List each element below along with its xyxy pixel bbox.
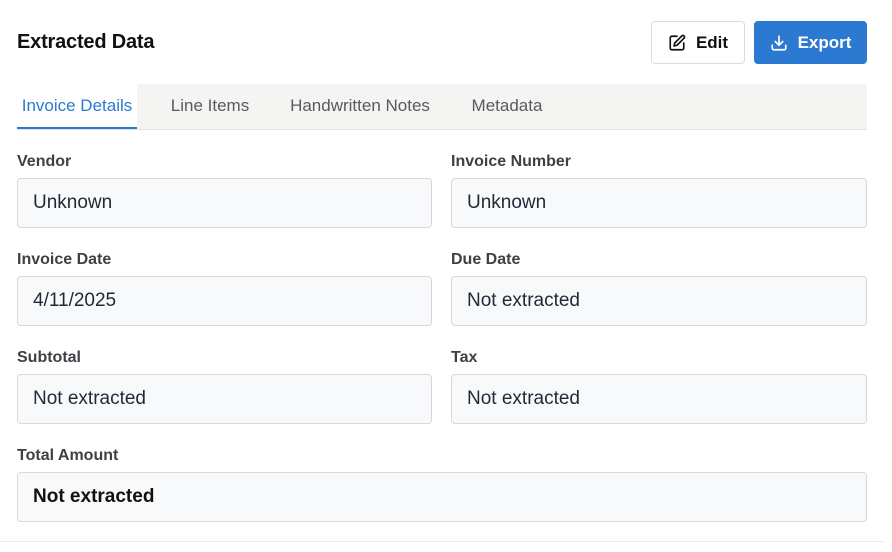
panel-title: Extracted Data <box>17 31 155 53</box>
invoice-number-label: Invoice Number <box>451 153 572 170</box>
invoice-date-field[interactable]: 4/11/2025 <box>17 276 432 326</box>
download-icon <box>770 34 788 52</box>
vendor-label: Vendor <box>17 153 72 170</box>
due-date-label: Due Date <box>451 251 521 268</box>
total-amount-label: Total Amount <box>17 447 119 464</box>
subtotal-field[interactable]: Not extracted <box>17 374 432 424</box>
export-button-label: Export <box>797 32 852 52</box>
tab-line-items[interactable]: Line Items <box>157 84 263 129</box>
invoice-number-field[interactable]: Unknown <box>451 178 867 228</box>
tax-label: Tax <box>451 349 478 366</box>
edit-icon <box>668 34 686 52</box>
tab-metadata[interactable]: Metadata <box>461 84 553 129</box>
due-date-field[interactable]: Not extracted <box>451 276 867 326</box>
tab-handwritten-notes[interactable]: Handwritten Notes <box>277 84 443 129</box>
tab-bar: Invoice Details Line Items Handwritten N… <box>17 84 867 130</box>
edit-button-label: Edit <box>695 32 729 52</box>
extracted-data-panel: Extracted Data Edit Export Invoice Detai… <box>0 0 884 542</box>
tax-field[interactable]: Not extracted <box>451 374 867 424</box>
subtotal-label: Subtotal <box>17 349 81 366</box>
vendor-field[interactable]: Unknown <box>17 178 432 228</box>
total-amount-field[interactable]: Not extracted <box>17 472 867 522</box>
edit-button[interactable]: Edit <box>651 21 745 64</box>
tab-invoice-details[interactable]: Invoice Details <box>17 84 137 129</box>
export-button[interactable]: Export <box>754 21 867 64</box>
invoice-date-label: Invoice Date <box>17 251 112 268</box>
